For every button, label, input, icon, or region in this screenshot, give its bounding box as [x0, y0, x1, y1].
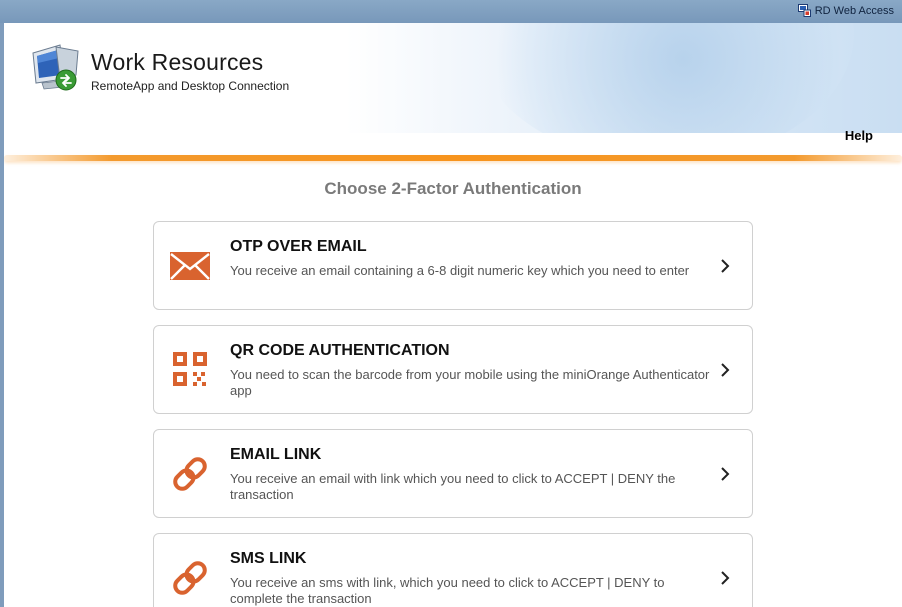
help-link[interactable]: Help	[845, 128, 873, 143]
site-title: Work Resources	[91, 49, 264, 75]
qr-code-icon	[173, 352, 207, 386]
option-description: You need to scan the barcode from your m…	[230, 367, 710, 398]
rd-web-access-icon	[797, 4, 811, 17]
header-banner: Work Resources RemoteApp and Desktop Con…	[4, 23, 902, 133]
chevron-right-icon	[721, 363, 730, 377]
auth-option-otp-email[interactable]: OTP OVER EMAIL You receive an email cont…	[153, 221, 753, 310]
globe-graphic	[474, 23, 854, 133]
chevron-right-icon	[721, 571, 730, 585]
page: Work Resources RemoteApp and Desktop Con…	[4, 23, 902, 607]
auth-option-email-link[interactable]: EMAIL LINK You receive an email with lin…	[153, 429, 753, 518]
chevron-right-icon	[721, 467, 730, 481]
auth-option-sms-link[interactable]: SMS LINK You receive an sms with link, w…	[153, 533, 753, 607]
auth-options-list: OTP OVER EMAIL You receive an email cont…	[153, 221, 753, 607]
link-icon	[173, 561, 207, 595]
option-description: You receive an email containing a 6-8 di…	[230, 263, 690, 278]
option-title: EMAIL LINK	[230, 446, 322, 463]
title-bar: RD Web Access	[0, 0, 902, 23]
option-description: You receive an sms with link, which you …	[230, 575, 665, 606]
option-description: You receive an email with link which you…	[230, 471, 676, 502]
option-title: SMS LINK	[230, 550, 307, 567]
page-heading: Choose 2-Factor Authentication	[324, 179, 582, 198]
option-title: QR CODE AUTHENTICATION	[230, 342, 450, 359]
remote-desktop-logo-icon	[32, 44, 79, 91]
rd-web-access-link[interactable]: RD Web Access	[797, 4, 894, 17]
chevron-right-icon	[721, 259, 730, 273]
option-title: OTP OVER EMAIL	[230, 238, 367, 255]
site-subtitle: RemoteApp and Desktop Connection	[91, 79, 290, 93]
link-icon	[173, 457, 207, 491]
auth-option-qr-code[interactable]: QR CODE AUTHENTICATION You need to scan …	[153, 325, 753, 414]
envelope-icon	[170, 252, 210, 280]
orange-divider	[4, 155, 902, 161]
rd-web-access-label: RD Web Access	[814, 4, 894, 17]
